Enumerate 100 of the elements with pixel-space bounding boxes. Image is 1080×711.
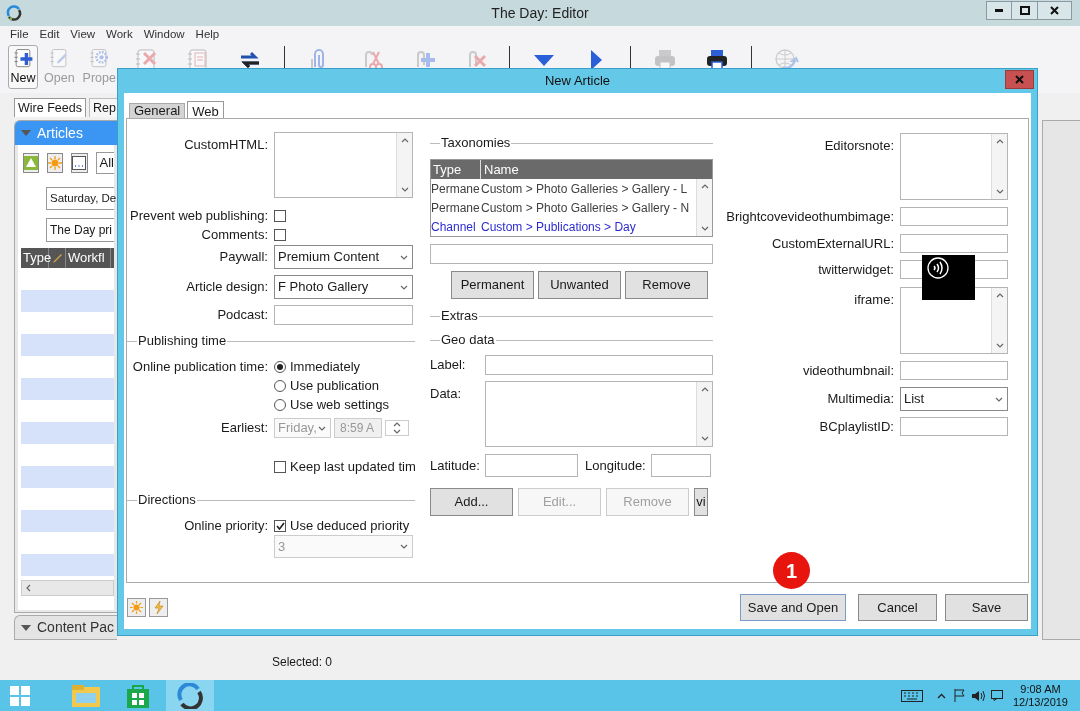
icon-button[interactable] [23, 153, 40, 173]
dropdown[interactable]: List [900, 387, 1008, 411]
lightning-icon [152, 601, 165, 614]
date-field[interactable]: Saturday, De [46, 187, 114, 210]
button[interactable]: vi [694, 488, 708, 516]
radio-label[interactable]: Use web settings [290, 394, 389, 415]
close-button[interactable] [1038, 1, 1072, 20]
text-area[interactable] [900, 286, 1008, 354]
ring-logo-icon [177, 682, 203, 709]
chevron-down-icon [318, 425, 326, 431]
field-label: Multimedia: [827, 390, 894, 409]
tab[interactable]: Wire Feeds [14, 98, 86, 117]
close-icon [1050, 6, 1059, 15]
speaker-icon[interactable] [970, 689, 985, 702]
text-field[interactable] [274, 305, 413, 325]
checkbox[interactable] [274, 519, 286, 532]
clock-time[interactable]: 9:08 AM [1020, 682, 1061, 696]
toolbar-button[interactable]: New [8, 45, 38, 89]
status-text: Selected: 0 [272, 655, 333, 669]
field-label: Online publication time: [132, 357, 268, 376]
button[interactable]: Cancel [858, 594, 937, 621]
field-label: Longitude: [585, 456, 647, 475]
menu-item[interactable]: Window [143, 25, 185, 44]
spinner[interactable] [385, 420, 409, 436]
radio-label[interactable]: Use publication [290, 375, 379, 396]
column-header[interactable]: Type [21, 248, 49, 268]
checkbox-label[interactable]: Use deduced priority [290, 516, 410, 536]
checkbox[interactable] [274, 209, 286, 222]
scrollbar[interactable] [696, 179, 712, 236]
chevron-up-icon [393, 422, 401, 427]
clock-date[interactable]: 12/13/2019 [1012, 695, 1068, 709]
chevron-down-icon [995, 342, 1004, 348]
scrollbar[interactable] [21, 580, 114, 596]
button[interactable]: Save [945, 594, 1028, 621]
keyboard-icon[interactable] [900, 689, 923, 702]
maximize-icon [1019, 6, 1030, 15]
checkbox-label[interactable]: Keep last updated tim [290, 457, 416, 477]
column-header[interactable]: Workfl [66, 248, 111, 268]
panel-title: Content Pac [37, 618, 115, 637]
field-label: Latitude: [430, 456, 481, 475]
text-field[interactable] [900, 360, 1008, 380]
field-label: Brightcovevideothumbimage: [726, 208, 894, 226]
pencil-icon [51, 252, 63, 264]
panel-title: Articles [37, 123, 83, 143]
taxonomy-list[interactable]: Type Name PermaneCustom > Photo Galleries > Gallery - L PermaneCustom > Photo Galleries > Gallery - N Channel Custom > Publications > Day [430, 159, 713, 237]
sun-icon [130, 601, 143, 614]
text-field[interactable] [485, 454, 578, 477]
menu-item[interactable]: View [70, 25, 96, 44]
radio-label[interactable]: Immediately [290, 356, 361, 377]
button[interactable]: Unwanted [538, 271, 621, 299]
text-field[interactable] [900, 207, 1008, 226]
dropdown[interactable]: All [95, 152, 114, 174]
scrollbar[interactable] [696, 382, 712, 446]
chevron-down-icon [995, 189, 1004, 194]
menu-item[interactable]: File [10, 25, 29, 44]
radio-button[interactable] [274, 360, 286, 373]
dropdown[interactable]: The Day pri [46, 218, 114, 242]
tab[interactable]: General [129, 103, 186, 118]
panel-header[interactable]: Content Pac [14, 615, 117, 640]
message-icon[interactable] [990, 690, 1003, 701]
menu-item[interactable]: Edit [39, 25, 60, 44]
maximize-button[interactable] [1012, 1, 1038, 20]
button[interactable]: Permanent [451, 271, 534, 299]
minimize-icon [995, 9, 1003, 12]
tab[interactable]: Web [187, 101, 224, 118]
column-header[interactable]: Type [431, 159, 481, 180]
text-field[interactable] [485, 355, 713, 375]
radio-button[interactable] [274, 379, 286, 392]
radio-button[interactable] [274, 398, 286, 411]
checkbox[interactable] [274, 228, 286, 241]
text-field[interactable] [430, 244, 713, 264]
icon-button[interactable] [47, 153, 64, 173]
button[interactable]: Add... [430, 488, 513, 516]
field-label: Earliest: [221, 419, 268, 438]
taskbar-app[interactable] [166, 680, 214, 711]
scrollbar[interactable] [396, 133, 412, 197]
icon-button[interactable] [71, 153, 88, 173]
text-field[interactable] [651, 454, 711, 477]
checkbox[interactable] [274, 460, 286, 473]
button[interactable]: Remove [625, 271, 708, 299]
text-field[interactable] [900, 417, 1008, 436]
scrollbar[interactable] [991, 134, 1007, 199]
field-label: BCplaylistID: [819, 418, 894, 436]
column-header[interactable]: Name [481, 159, 519, 180]
tab[interactable]: Rep [88, 98, 120, 117]
minimize-button[interactable] [986, 1, 1012, 20]
sound-waves-icon [927, 257, 949, 279]
chevron-up-icon [700, 387, 709, 392]
text-field[interactable] [900, 233, 1008, 253]
dropdown[interactable]: Premium Content [274, 245, 413, 269]
dropdown[interactable]: F Photo Gallery [274, 275, 413, 299]
close-icon [1015, 75, 1024, 84]
field-label: Data: [430, 385, 463, 403]
button[interactable]: Save and Open [740, 594, 846, 621]
chevron-up-icon[interactable] [936, 692, 946, 699]
flag-icon[interactable] [953, 689, 965, 702]
menu-item[interactable]: Work [106, 25, 133, 44]
scrollbar[interactable] [991, 287, 1007, 353]
menu-item[interactable]: Help [195, 25, 220, 44]
field-label: Paywall: [219, 248, 268, 267]
